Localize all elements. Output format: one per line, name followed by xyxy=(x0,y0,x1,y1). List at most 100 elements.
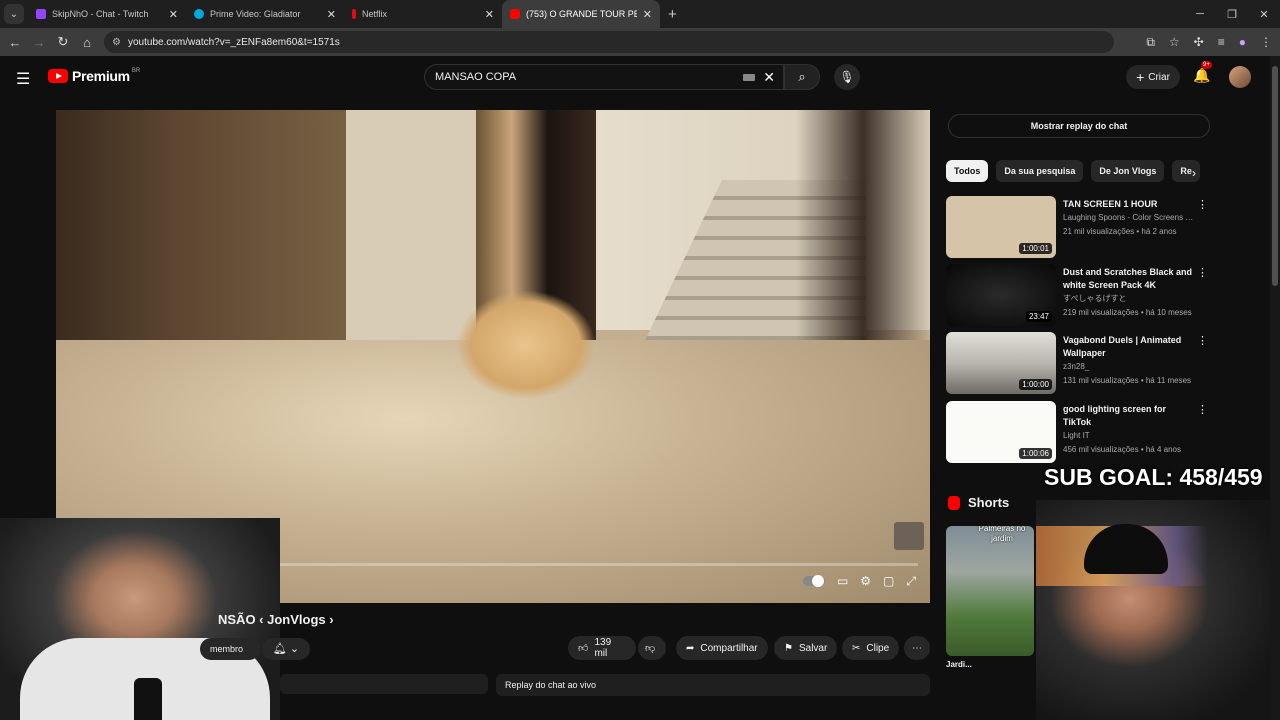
bookmark-star-icon[interactable]: ☆ xyxy=(1169,35,1180,49)
fullscreen-icon[interactable]: ⤢ xyxy=(906,574,916,589)
rec-title[interactable]: good lighting screen for TikTok xyxy=(1063,403,1195,429)
save-button[interactable]: ⚑ Salvar xyxy=(774,636,838,660)
tab-search-button[interactable]: ⌄ xyxy=(4,4,24,24)
notifications-button[interactable]: 🔔 9+ xyxy=(1193,61,1212,84)
rec-title[interactable]: Vagabond Duels | Animated Wallpaper xyxy=(1063,334,1195,360)
video-thumbnail[interactable]: 1:00:06 xyxy=(946,401,1056,463)
theater-mode-icon[interactable]: ▢ xyxy=(883,574,894,589)
youtube-header: ☰ Premium BR MANSAO COPA ✕ ⌕ 🎙 + Criar 🔔… xyxy=(0,56,1270,100)
microphone-icon: 🎙 xyxy=(839,70,855,84)
subscription-bell-button[interactable]: 🔔︎ ⌄ xyxy=(262,638,310,660)
browser-tab-netflix[interactable]: Netflix ✕ xyxy=(344,0,502,28)
shorts-label: Shorts xyxy=(968,495,1010,510)
clip-button[interactable]: ✂ Clipe xyxy=(842,636,900,660)
microphone-in-webcam xyxy=(134,678,162,720)
url-text: youtube.com/watch?v=_zENFa8em60&t=1571s xyxy=(128,36,340,48)
browser-tab-prime[interactable]: Prime Video: Gladiator ✕ xyxy=(186,0,344,28)
hamburger-menu-icon[interactable]: ☰ xyxy=(16,69,30,89)
profile-icon[interactable]: ● xyxy=(1239,35,1246,49)
shorts-heading: Shorts xyxy=(948,495,1009,510)
new-tab-icon[interactable]: + xyxy=(668,6,677,23)
short-title[interactable]: Jardi... xyxy=(946,660,972,669)
sub-goal-overlay: SUB GOAL: 458/459 xyxy=(1044,464,1263,490)
minimize-icon[interactable]: ─ xyxy=(1184,8,1216,20)
kebab-menu-icon[interactable]: ⋮ xyxy=(1197,198,1208,211)
list-item[interactable]: 1:00:01 TAN SCREEN 1 HOUR Laughing Spoon… xyxy=(946,196,1210,260)
chip-from-channel[interactable]: De Jon Vlogs xyxy=(1091,160,1165,182)
browser-menu-icon[interactable]: ⋮ xyxy=(1260,35,1272,49)
avatar[interactable] xyxy=(1229,66,1251,88)
scissors-icon: ✂ xyxy=(852,642,861,654)
address-bar[interactable]: ⚙ youtube.com/watch?v=_zENFa8em60&t=1571… xyxy=(104,31,1114,53)
rec-title[interactable]: Dust and Scratches Black and white Scree… xyxy=(1063,266,1195,292)
video-thumbnail[interactable]: 23:47 xyxy=(946,264,1056,326)
notification-badge: 9+ xyxy=(1201,61,1212,69)
list-item[interactable]: 1:00:00 Vagabond Duels | Animated Wallpa… xyxy=(946,332,1210,396)
bell-icon: 🔔 xyxy=(1193,67,1211,83)
close-icon[interactable]: ✕ xyxy=(169,8,178,21)
youtube-logo[interactable]: Premium BR xyxy=(48,68,140,84)
share-button[interactable]: ➦ Compartilhar xyxy=(676,636,768,660)
streamer-webcam-right xyxy=(1036,500,1270,720)
close-icon[interactable]: ✕ xyxy=(485,8,494,21)
back-icon[interactable]: ← xyxy=(3,35,27,50)
thumbs-down-icon: 👎︎ xyxy=(645,643,656,654)
autoplay-toggle[interactable] xyxy=(802,575,825,587)
share-label: Compartilhar xyxy=(700,642,758,654)
browser-tab-twitch[interactable]: SkipNhO - Chat - Twitch ✕ xyxy=(28,0,186,28)
scrollbar-thumb[interactable] xyxy=(1272,66,1278,286)
chat-replay-panel[interactable]: Replay do chat ao vivo xyxy=(496,674,930,696)
media-icon[interactable]: ≡ xyxy=(1218,35,1225,49)
close-window-icon[interactable]: ✕ xyxy=(1248,8,1280,21)
close-icon[interactable]: ✕ xyxy=(643,8,652,21)
video-thumbnail[interactable]: 1:00:01 xyxy=(946,196,1056,258)
subtitles-icon[interactable]: ▭ xyxy=(837,574,848,589)
channel-watermark[interactable] xyxy=(894,522,924,550)
page-scrollbar[interactable] xyxy=(1270,56,1280,720)
create-button[interactable]: + Criar xyxy=(1126,65,1180,89)
kebab-menu-icon[interactable]: ⋮ xyxy=(1197,334,1208,347)
short-overlay-text: Palmeiras no jardim xyxy=(978,526,1026,543)
voice-search-button[interactable]: 🎙 xyxy=(834,64,860,90)
dislike-button[interactable]: 👎︎ xyxy=(638,636,666,660)
kebab-menu-icon[interactable]: ⋮ xyxy=(1197,403,1208,416)
rec-meta: 456 mil visualizações • há 4 anos xyxy=(1063,445,1181,454)
restore-icon[interactable]: ❐ xyxy=(1216,8,1248,21)
logo-text: Premium xyxy=(72,68,130,84)
search-value: MANSAO COPA xyxy=(435,71,517,83)
settings-gear-icon[interactable]: ⚙ xyxy=(860,574,871,589)
description-box[interactable] xyxy=(280,674,488,694)
short-thumbnail[interactable]: Palmeiras no jardim xyxy=(946,526,1034,656)
forward-icon[interactable]: → xyxy=(27,35,51,50)
list-item[interactable]: 23:47 Dust and Scratches Black and white… xyxy=(946,264,1210,328)
keyboard-icon[interactable] xyxy=(743,74,755,81)
extensions-icon[interactable]: ✣ xyxy=(1194,35,1204,49)
cast-icon[interactable]: ⧉ xyxy=(1146,35,1155,50)
chip-all[interactable]: Todos xyxy=(946,160,989,182)
search-button[interactable]: ⌕ xyxy=(784,64,820,90)
more-icon: ⋯ xyxy=(912,642,922,654)
list-item[interactable]: 1:00:06 good lighting screen for TikTok … xyxy=(946,401,1210,465)
kebab-menu-icon[interactable]: ⋮ xyxy=(1197,266,1208,279)
rec-channel: Light IT xyxy=(1063,431,1090,440)
clear-search-icon[interactable]: ✕ xyxy=(763,69,775,86)
bell-icon: 🔔︎ ⌄ xyxy=(272,643,300,655)
like-button[interactable]: 👍︎ 139 mil xyxy=(568,636,636,660)
address-toolbar: ← → ↻ ⌂ ⚙ youtube.com/watch?v=_zENFa8em6… xyxy=(0,28,1280,56)
twitch-icon xyxy=(36,9,46,19)
join-member-button[interactable]: membro xyxy=(200,638,260,660)
browser-tab-youtube[interactable]: (753) O GRANDE TOUR PELA M ✕ xyxy=(502,0,660,28)
rec-channel: すぺしゃるげすと xyxy=(1063,294,1127,303)
search-input[interactable]: MANSAO COPA ✕ xyxy=(424,64,784,90)
show-chat-replay-button[interactable]: Mostrar replay do chat xyxy=(948,114,1210,138)
more-actions-button[interactable]: ⋯ xyxy=(904,636,930,660)
site-info-icon[interactable]: ⚙ xyxy=(112,37,121,48)
country-code: BR xyxy=(131,68,141,74)
video-thumbnail[interactable]: 1:00:00 xyxy=(946,332,1056,394)
close-icon[interactable]: ✕ xyxy=(327,8,336,21)
chip-from-search[interactable]: Da sua pesquisa xyxy=(996,160,1084,182)
home-icon[interactable]: ⌂ xyxy=(75,35,99,50)
chevron-right-icon[interactable]: › xyxy=(1192,166,1196,180)
rec-title[interactable]: TAN SCREEN 1 HOUR xyxy=(1063,198,1195,211)
reload-icon[interactable]: ↻ xyxy=(51,34,75,50)
